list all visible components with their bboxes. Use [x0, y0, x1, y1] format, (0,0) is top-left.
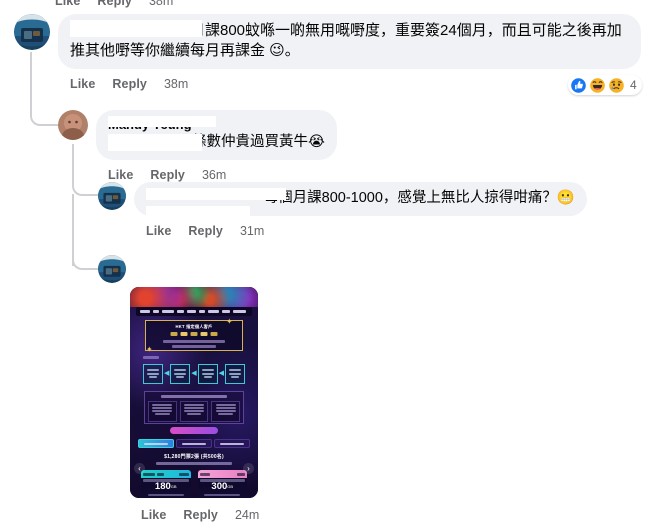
- thread-connector-vertical: [72, 194, 74, 266]
- tab-item-active[interactable]: [138, 439, 174, 448]
- sad-reaction-icon: [608, 76, 625, 94]
- carousel-prev-icon[interactable]: ‹: [134, 463, 145, 474]
- avatar[interactable]: [98, 182, 126, 210]
- comment-actions: Like Reply 38m: [58, 69, 641, 95]
- brand-label: HKT 指定個人客戶: [175, 324, 213, 329]
- tab-item[interactable]: [214, 439, 250, 448]
- tab-bar: [138, 439, 250, 448]
- comment-timestamp: 24m: [234, 508, 260, 522]
- arrow-left-icon: ◀: [191, 370, 197, 377]
- attached-image-content: HKT 指定個人客戶 ✦ ✦ ◀ ◀ ◀ $1,280門票2張 (共500名) …: [130, 287, 258, 498]
- comment-bubble: 每個月課800-1000，感覺上無比人掠得咁痛？😬: [134, 182, 587, 224]
- comment-item: 每個月課800-1000，感覺上無比人掠得咁痛？😬 Like Reply 31m: [98, 182, 587, 242]
- text-redaction-box: [108, 134, 202, 151]
- cta-button[interactable]: [170, 427, 218, 434]
- flow-diagram: ◀ ◀ ◀: [143, 363, 245, 384]
- timestamp-cut: 38m: [148, 0, 174, 8]
- info-panel: [144, 391, 244, 424]
- comment-item: 抽籤中咗仲要每個月課800蚊喺一啲無用嘅嘢度，重要簽24個月，而且可能之後再加推…: [14, 14, 641, 95]
- flow-step: [170, 363, 191, 384]
- attached-image[interactable]: HKT 指定個人客戶 ✦ ✦ ◀ ◀ ◀ $1,280門票2張 (共500名) …: [130, 287, 258, 498]
- info-column: [179, 401, 209, 422]
- info-column: [148, 401, 177, 422]
- brand-logo-row: [170, 332, 218, 336]
- comment-item: Mandy Yeung 條數仲貴過買黃牛😭 Like Reply 36m: [58, 110, 337, 186]
- sparkle-icon: ✦: [146, 345, 153, 354]
- name-redaction-box: [70, 20, 202, 37]
- like-reaction-icon: [570, 76, 587, 94]
- card-header: [197, 470, 247, 478]
- like-button[interactable]: Like: [146, 224, 171, 238]
- like-button-cut[interactable]: Like: [55, 0, 80, 8]
- card-detail-line: [204, 494, 241, 496]
- sparkle-icon: ✦: [226, 317, 233, 326]
- like-button[interactable]: Like: [70, 77, 95, 91]
- reply-button-cut[interactable]: Reply: [97, 0, 132, 8]
- card-value: 180GB: [154, 481, 177, 492]
- comment-timestamp: 36m: [201, 168, 227, 182]
- avatar[interactable]: [98, 255, 126, 283]
- like-button[interactable]: Like: [108, 168, 133, 182]
- avatar[interactable]: [14, 14, 50, 50]
- arrow-left-icon: ◀: [218, 370, 225, 377]
- reply-button[interactable]: Reply: [112, 77, 147, 91]
- flow-step: [143, 363, 163, 384]
- flow-step: [197, 363, 218, 384]
- info-column: [211, 401, 241, 422]
- tab-item[interactable]: [176, 439, 212, 448]
- info-panel-title: [160, 395, 228, 398]
- comment-bubble: Mandy Yeung 條數仲貴過買黃牛😭: [96, 110, 337, 160]
- name-redaction-box: [108, 116, 216, 127]
- reply-button[interactable]: Reply: [150, 168, 185, 182]
- comment-item: [98, 255, 134, 283]
- reactions-count: 4: [630, 78, 637, 92]
- reply-button[interactable]: Reply: [188, 224, 223, 238]
- card-value: 300GB: [211, 481, 234, 492]
- text-redaction-box: [146, 206, 250, 224]
- carousel-next-icon[interactable]: ›: [243, 463, 254, 474]
- cut-off-action-row: Like Reply 38m: [55, 0, 173, 8]
- reactions-badge[interactable]: 4: [568, 75, 642, 95]
- card-detail-line: [147, 494, 184, 496]
- flow-section-label: [143, 356, 159, 359]
- hero-caption: [136, 307, 252, 316]
- reply-button[interactable]: Reply: [183, 508, 218, 522]
- like-button[interactable]: Like: [141, 508, 166, 522]
- comment-timestamp: 38m: [163, 77, 189, 91]
- name-redaction-box: [146, 188, 286, 200]
- offer-card-left[interactable]: 180GB: [141, 470, 191, 498]
- comment-bubble: 抽籤中咗仲要每個月課800蚊喺一啲無用嘅嘢度，重要簽24個月，而且可能之後再加推…: [58, 14, 641, 69]
- comment-timestamp: 31m: [239, 224, 265, 238]
- comment-actions: Like Reply 24m: [129, 500, 259, 526]
- info-columns: [148, 401, 241, 422]
- arrow-left-icon: ◀: [163, 370, 170, 377]
- flow-step: [224, 363, 245, 384]
- haha-reaction-icon: [589, 76, 606, 94]
- hero-banner: [130, 287, 258, 307]
- avatar[interactable]: [58, 110, 88, 140]
- offer-cards: 180GB 300GB: [141, 470, 247, 498]
- offer-card-right[interactable]: 300GB: [197, 470, 247, 498]
- thread-connector-3: [72, 240, 98, 270]
- card-header: [141, 470, 191, 478]
- offer-title: $1,280門票2張 (共500名): [164, 454, 224, 460]
- offer-subtitle: [156, 462, 232, 465]
